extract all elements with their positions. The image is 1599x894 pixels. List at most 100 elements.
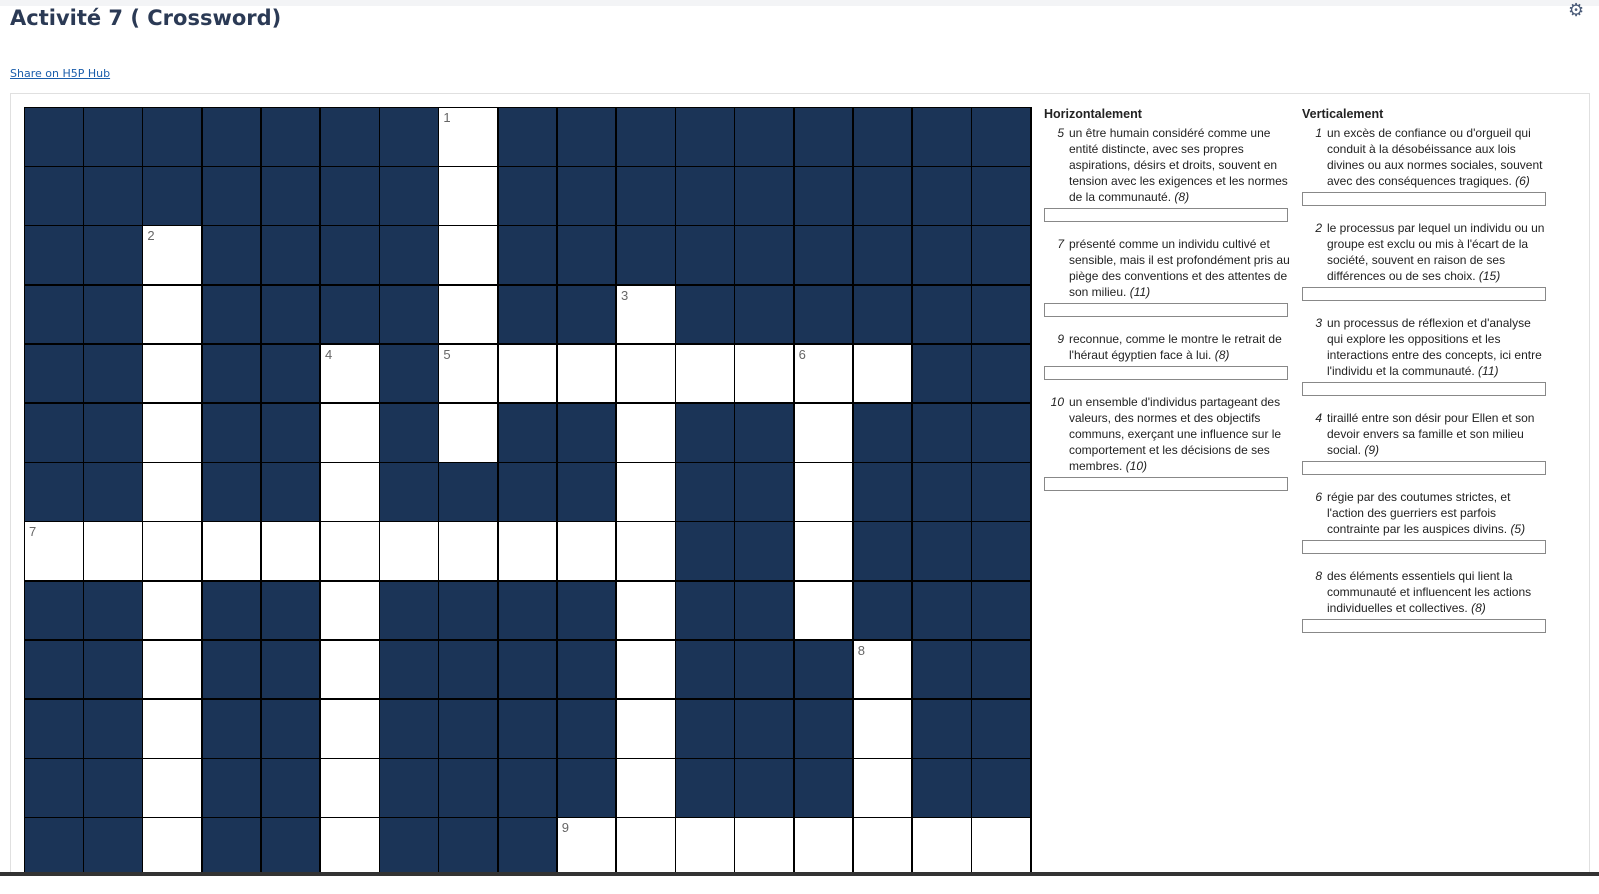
grid-cell-open[interactable] (617, 404, 677, 464)
answer-input-across-7[interactable]: _ _ _ _ _ _ _ _ _ _ _ (1044, 303, 1288, 317)
grid-cell-open[interactable] (498, 522, 559, 583)
grid-cell-open[interactable] (617, 818, 677, 874)
grid-cell-open[interactable] (439, 522, 500, 583)
answer-input-down-8[interactable]: _ _ _ _ _ _ _ _ (1302, 619, 1546, 633)
grid-cell-open[interactable]: 7 (25, 522, 85, 583)
grid-cell-open[interactable] (794, 522, 855, 583)
answer-input-down-2[interactable]: _ _ _ _ _ _ _ _ _ _ _ _ _ _ _ (1302, 287, 1546, 301)
grid-cell-open[interactable] (498, 344, 559, 405)
grid-cell-open[interactable] (321, 700, 381, 760)
grid-cell-open[interactable] (972, 818, 1031, 874)
grid-cell-open[interactable] (143, 700, 204, 760)
grid-cell-open[interactable] (853, 818, 914, 874)
grid-cell-open[interactable]: 5 (439, 344, 500, 405)
grid-cell-open[interactable] (794, 404, 855, 464)
grid-cell-open[interactable] (439, 226, 500, 287)
grid-cell-filled (498, 226, 559, 287)
grid-cell-open[interactable] (321, 759, 381, 819)
grid-cell-open[interactable] (143, 759, 204, 819)
grid-cell-filled (84, 640, 144, 701)
grid-cell-open[interactable] (202, 522, 263, 583)
grid-cell-filled (913, 700, 973, 760)
answer-input-across-10[interactable]: _ _ _ _ _ _ _ _ _ _ (1044, 477, 1288, 491)
grid-cell-filled (913, 759, 973, 819)
grid-cell-open[interactable] (676, 818, 736, 874)
grid-cell-filled (439, 581, 500, 642)
grid-cell-open[interactable] (617, 344, 677, 405)
grid-cell-open[interactable] (853, 700, 914, 760)
grid-cell-open[interactable] (617, 463, 677, 523)
grid-cell-filled (794, 226, 855, 287)
grid-cell-open[interactable] (143, 463, 204, 523)
grid-cell-open[interactable] (617, 522, 677, 583)
grid-cell-filled (913, 522, 973, 583)
grid-cell-open[interactable] (439, 285, 500, 346)
answer-placeholder: _ _ _ _ _ _ _ _ _ _ _ (1307, 383, 1468, 396)
grid-cell-open[interactable] (794, 463, 855, 523)
grid-cell-open[interactable]: 2 (143, 226, 204, 287)
grid-cell-open[interactable] (557, 344, 618, 405)
grid-cell-open[interactable]: 3 (617, 285, 677, 346)
grid-cell-open[interactable] (321, 404, 381, 464)
grid-cell-open[interactable] (557, 522, 618, 583)
grid-cell-filled (735, 700, 796, 760)
grid-cell-filled (321, 108, 381, 168)
grid-cell-filled (380, 463, 440, 523)
grid-cell-open[interactable] (143, 404, 204, 464)
grid-cell-open[interactable] (143, 344, 204, 405)
grid-cell-open[interactable] (321, 818, 381, 874)
grid-cell-open[interactable] (143, 581, 204, 642)
grid-cell-filled (84, 581, 144, 642)
share-on-h5p-hub-link[interactable]: Share on H5P Hub (10, 67, 110, 80)
grid-cell-open[interactable] (794, 818, 855, 874)
grid-cell-open[interactable] (676, 344, 736, 405)
answer-input-across-9[interactable]: _ _ _ _ _ _ _ _ (1044, 366, 1288, 380)
grid-cell-open[interactable]: 4 (321, 344, 381, 405)
answer-input-across-5[interactable]: _ _ _ _ _ _ _ _ (1044, 208, 1288, 222)
grid-cell-open[interactable] (143, 818, 204, 874)
answer-input-down-4[interactable]: _ _ _ _ _ _ _ _ _ (1302, 461, 1546, 475)
clue-text: des éléments essentiels qui lient la com… (1327, 569, 1532, 615)
grid-cell-filled (676, 285, 736, 346)
gear-icon[interactable]: ⚙ (1568, 1, 1586, 19)
grid-cell-filled (202, 226, 263, 287)
grid-cell-open[interactable] (439, 404, 500, 464)
grid-cell-filled (498, 463, 559, 523)
grid-cell-open[interactable]: 6 (794, 344, 855, 405)
grid-cell-open[interactable] (617, 640, 677, 701)
grid-cell-open[interactable] (735, 344, 796, 405)
answer-input-down-1[interactable]: _ _ _ _ _ _ (1302, 192, 1546, 206)
answer-input-down-3[interactable]: _ _ _ _ _ _ _ _ _ _ _ (1302, 382, 1546, 396)
grid-cell-open[interactable] (617, 581, 677, 642)
grid-cell-open[interactable] (321, 463, 381, 523)
grid-cell-open[interactable]: 1 (439, 108, 500, 168)
grid-cell-open[interactable] (617, 759, 677, 819)
grid-cell-open[interactable] (913, 818, 973, 874)
clue-length: (9) (1364, 443, 1380, 457)
grid-cell-open[interactable] (735, 818, 796, 874)
cell-number: 7 (29, 524, 37, 540)
grid-cell-filled (913, 404, 973, 464)
grid-cell-filled (853, 404, 914, 464)
grid-cell-open[interactable] (794, 581, 855, 642)
answer-input-down-6[interactable]: _ _ _ _ _ (1302, 540, 1546, 554)
grid-cell-open[interactable] (143, 640, 204, 701)
grid-cell-open[interactable] (439, 167, 500, 227)
grid-cell-open[interactable] (84, 522, 144, 583)
grid-cell-open[interactable] (853, 759, 914, 819)
page-title: Activité 7 ( Crossword) (10, 6, 282, 30)
grid-cell-filled (439, 818, 500, 874)
grid-cell-open[interactable] (617, 700, 677, 760)
grid-cell-open[interactable] (853, 344, 914, 405)
grid-cell-open[interactable]: 9 (557, 818, 618, 874)
grid-cell-open[interactable] (380, 522, 440, 583)
grid-cell-open[interactable] (143, 522, 204, 583)
grid-cell-open[interactable] (321, 581, 381, 642)
grid-cell-open[interactable] (261, 522, 322, 583)
grid-cell-open[interactable] (321, 522, 381, 583)
grid-cell-filled (25, 759, 85, 819)
grid-cell-filled (794, 759, 855, 819)
grid-cell-open[interactable] (143, 285, 204, 346)
grid-cell-open[interactable]: 8 (853, 640, 914, 701)
grid-cell-open[interactable] (321, 640, 381, 701)
